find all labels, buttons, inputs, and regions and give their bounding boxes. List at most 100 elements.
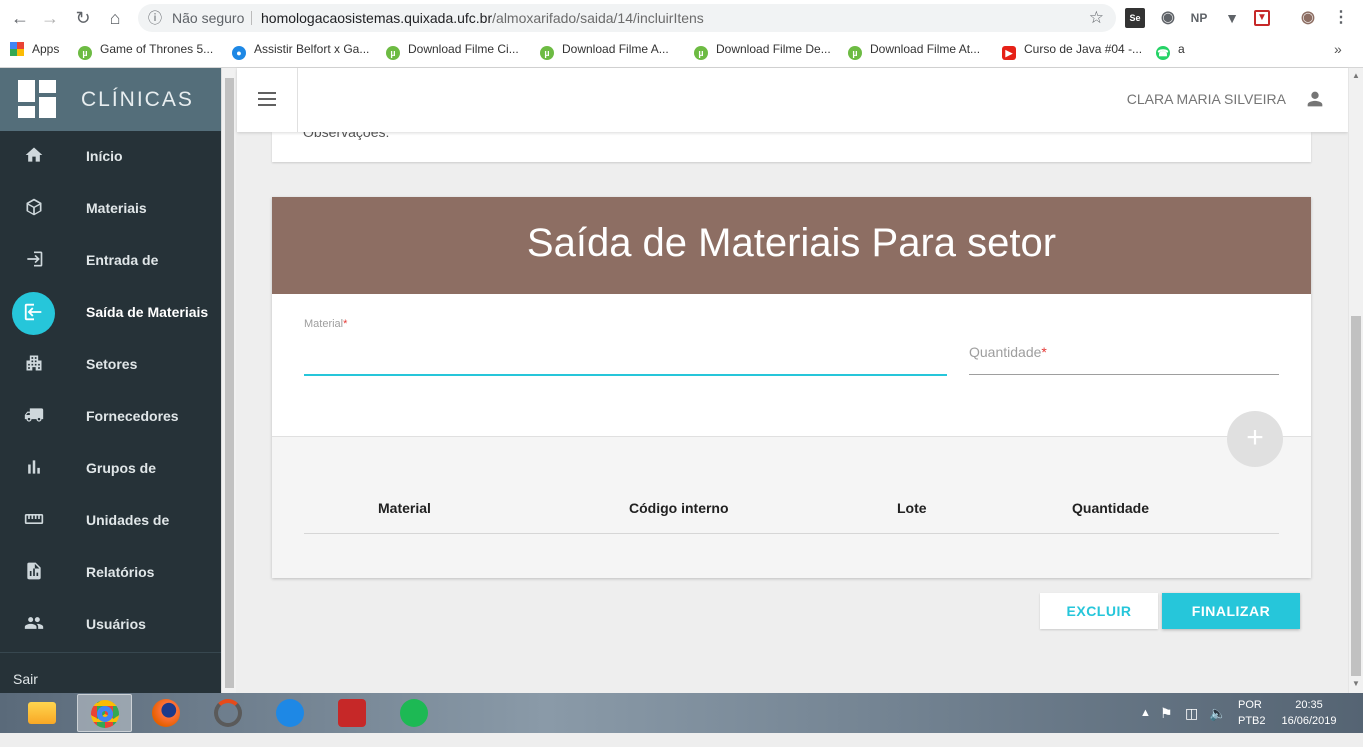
bookmarks-overflow-icon[interactable]: » [1334, 40, 1342, 58]
report-icon [21, 561, 47, 585]
extension-se-icon[interactable]: Se [1125, 8, 1145, 28]
required-mark: * [1041, 344, 1047, 360]
sidebar-item-fornecedores[interactable]: Fornecedores [0, 391, 221, 443]
building-icon [21, 353, 47, 377]
menu-icon[interactable] [258, 92, 276, 106]
url-text: homologacaosistemas.quixada.ufc.br/almox… [261, 4, 704, 32]
bookmark-label: Download Filme De... [716, 42, 831, 56]
bookmark-item[interactable]: µ Game of Thrones 5... [78, 40, 213, 60]
sidebar-item-setores[interactable]: Setores [0, 339, 221, 391]
tray-flag-icon[interactable]: ⚑ [1160, 705, 1173, 745]
logout-link[interactable]: Sair [0, 652, 221, 693]
network-icon[interactable]: ◫ [1185, 705, 1198, 745]
volume-icon[interactable]: 🔈 [1209, 705, 1226, 745]
extension-np-icon[interactable]: NP [1189, 8, 1209, 28]
chrome-menu-icon[interactable]: ⋮ [1331, 8, 1351, 28]
bookmark-item[interactable]: µ Download Filme De... [694, 40, 831, 60]
excluir-button[interactable]: EXCLUIR [1040, 593, 1158, 629]
bookmark-item[interactable]: µ Download Filme A... [540, 40, 669, 60]
utorrent-icon: µ [540, 46, 554, 60]
windows-taskbar: ▲ ⚑ ◫ 🔈 POR PTB2 20:35 16/06/2019 [0, 693, 1363, 733]
bar-chart-icon [21, 457, 47, 481]
bookmark-item[interactable]: ▶ Curso de Java #04 -... [1002, 40, 1142, 60]
sidebar-item-entrada[interactable]: Entrada de [0, 235, 221, 287]
back-arrow-icon[interactable]: ← [8, 6, 32, 30]
extension-discord-icon[interactable]: ◉ [1158, 8, 1178, 28]
page-scrollbar[interactable]: ▲ ▼ [1348, 68, 1363, 693]
add-item-button[interactable]: + [1227, 411, 1283, 467]
spotify-icon[interactable] [387, 694, 442, 732]
scroll-down-icon[interactable]: ▼ [1352, 679, 1360, 688]
utorrent-icon: µ [386, 46, 400, 60]
material-label-text: Material [304, 318, 344, 330]
sidebar-item-label: Usuários [86, 616, 146, 632]
whatsapp-icon: ☎ [1156, 46, 1170, 60]
bookmark-item[interactable]: ● Assistir Belfort x Ga... [232, 40, 370, 60]
quantity-label: Quantidade* [969, 344, 1047, 360]
sidebar-item-label: Setores [86, 356, 138, 372]
people-icon [21, 613, 47, 637]
bookmark-apps[interactable]: Apps [10, 40, 59, 58]
url-host: homologacaosistemas.quixada.ufc.br [261, 10, 493, 26]
bookmark-label: Assistir Belfort x Ga... [254, 42, 370, 56]
sidebar-item-unidades[interactable]: Unidades de [0, 495, 221, 547]
globe-icon: ● [232, 46, 246, 60]
card-header: Saída de Materiais Para setor [272, 197, 1311, 294]
extension-shield-icon[interactable]: ▼ [1254, 10, 1270, 26]
security-label: Não seguro [172, 10, 245, 26]
bookmark-label: Download Filme A... [562, 42, 669, 56]
bookmark-star-icon[interactable]: ☆ [1089, 4, 1104, 32]
items-table: Material Código interno Lote Quantidade [272, 436, 1311, 578]
quantity-label-text: Quantidade [969, 344, 1042, 360]
sidebar-item-saida[interactable]: Saída de Materiais [0, 287, 221, 339]
dev-app-icon[interactable] [263, 694, 318, 732]
cube-icon [21, 197, 47, 221]
chrome-taskbar-icon[interactable] [77, 694, 132, 732]
android-studio-icon[interactable] [201, 694, 256, 732]
observations-label: Observações: [303, 132, 390, 140]
bookmark-item[interactable]: µ Download Filme Ci... [386, 40, 519, 60]
address-separator [251, 11, 252, 25]
sidebar-item-label: Grupos de [86, 460, 157, 476]
tray-expand-icon[interactable]: ▲ [1140, 707, 1151, 747]
user-name[interactable]: CLARA MARIA SILVEIRA [1127, 91, 1286, 107]
page-scrollbar-thumb[interactable] [1351, 316, 1361, 676]
sidebar-item-label: Unidades de [86, 512, 170, 528]
bookmark-label: a [1178, 42, 1185, 56]
table-header-divider [304, 533, 1279, 534]
sidebar-item-label: Saída de Materiais [86, 304, 209, 320]
quantity-input-underline [969, 374, 1279, 375]
sidebar-item-inicio[interactable]: Início [0, 131, 221, 183]
scroll-up-icon[interactable]: ▲ [1352, 71, 1360, 80]
clock[interactable]: 20:35 16/06/2019 [1280, 699, 1338, 739]
reload-icon[interactable]: ↻ [71, 6, 95, 30]
observations-card: Observações: [272, 132, 1311, 162]
quantity-field[interactable]: Quantidade* [969, 344, 1279, 378]
finalizar-button[interactable]: FINALIZAR [1162, 593, 1300, 629]
info-icon[interactable]: ⓘ [148, 4, 162, 32]
profile-avatar-icon[interactable]: ◉ [1298, 8, 1318, 28]
sidebar-item-materiais[interactable]: Materiais [0, 183, 221, 235]
sidebar-item-usuarios[interactable]: Usuários [0, 599, 221, 651]
sidebar-item-label: Início [86, 148, 123, 164]
firefox-taskbar-icon[interactable] [139, 694, 194, 732]
file-explorer-icon[interactable] [15, 694, 70, 732]
account-icon[interactable] [1304, 88, 1326, 110]
extension-vpn-icon[interactable]: ▼ [1222, 8, 1242, 28]
bookmark-item[interactable]: ☎ a [1156, 40, 1185, 60]
sidebar-scrollbar[interactable] [221, 68, 236, 693]
language-indicator[interactable]: POR PTB2 [1238, 699, 1266, 739]
sidebar-scrollbar-thumb[interactable] [225, 78, 234, 688]
sidebar: CLÍNICAS Início Materiais Entrada de Saí… [0, 68, 221, 693]
address-bar[interactable]: ⓘ Não seguro homologacaosistemas.quixada… [138, 4, 1116, 32]
mcafee-icon[interactable] [325, 694, 380, 732]
utorrent-icon: µ [78, 46, 92, 60]
bookmark-item[interactable]: µ Download Filme At... [848, 40, 980, 60]
material-field[interactable]: Material* [304, 318, 947, 378]
url-path: /almoxarifado/saida/14/incluirItens [492, 10, 704, 26]
home-button-icon[interactable]: ⌂ [103, 6, 127, 30]
sidebar-item-relatorios[interactable]: Relatórios [0, 547, 221, 599]
page-title: Saída de Materiais Para setor [526, 221, 1057, 265]
sidebar-item-grupos[interactable]: Grupos de [0, 443, 221, 495]
forward-arrow-icon[interactable]: → [38, 6, 62, 30]
